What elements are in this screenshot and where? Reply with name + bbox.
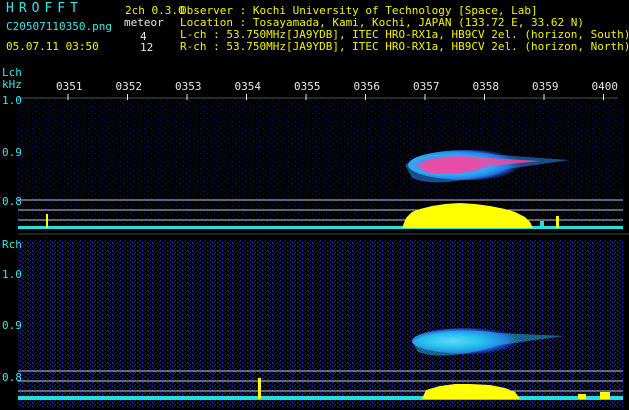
- time-label-0400: 0400: [591, 80, 619, 93]
- time-tick-marks: [67, 94, 604, 100]
- rch-tick-0-8: 0.8: [2, 371, 22, 384]
- app-title: HROFFT: [6, 1, 83, 16]
- lch-tick-0-8: 0.8: [2, 195, 22, 208]
- time-label-0352: 0352: [115, 80, 143, 93]
- time-label-0354: 0354: [234, 80, 262, 93]
- lch-panel: [18, 100, 623, 230]
- meteor-count-rch: 12: [140, 41, 154, 54]
- meteor-label: meteor: [124, 16, 164, 29]
- time-label-0359: 0359: [532, 80, 559, 93]
- time-label-0351: 0351: [56, 80, 83, 93]
- rch-tick-0-9: 0.9: [2, 319, 22, 332]
- time-label-0357: 0357: [413, 80, 440, 93]
- rch-panel: [18, 240, 623, 408]
- lch-tick-1-0: 1.0: [2, 94, 22, 107]
- filename-label: C20507110350.png: [6, 20, 112, 33]
- time-label-0358: 0358: [472, 80, 500, 93]
- rch-info-text: R-ch : 53.750MHz[JA9YDB], ITEC HRO-RX1a,…: [180, 40, 629, 53]
- time-label-0356: 0356: [353, 80, 381, 93]
- lch-tick-0-9: 0.9: [2, 146, 22, 159]
- datetime-label: 05.07.11 03:50: [6, 40, 99, 53]
- lch-unit-label: kHz: [2, 78, 22, 91]
- time-label-0355: 0355: [294, 80, 321, 93]
- rch-tick-1-0: 1.0: [2, 268, 22, 281]
- spectrogram-plot: [0, 84, 629, 410]
- time-label-0353: 0353: [175, 80, 202, 93]
- rch-label: Rch: [2, 238, 22, 251]
